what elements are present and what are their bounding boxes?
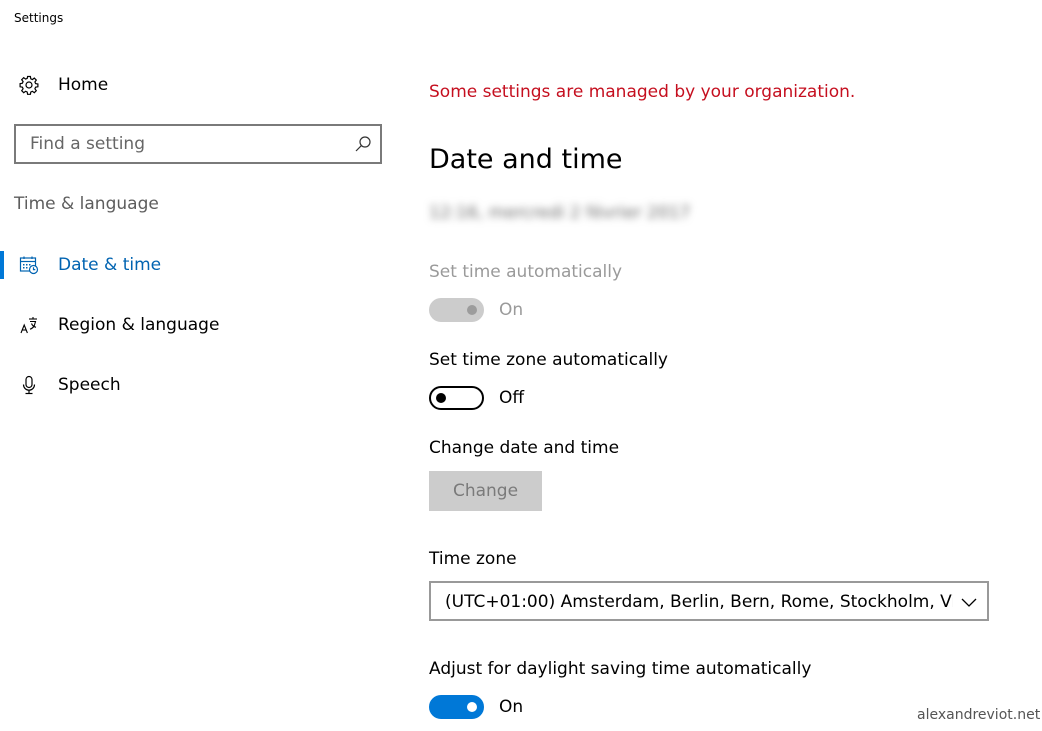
toggle-knob <box>436 393 446 403</box>
sidebar-item-label: Date & time <box>58 255 162 275</box>
current-date-time: 12:16, mercredi 2 février 2017 <box>429 203 691 223</box>
dst-label: Adjust for daylight saving time automati… <box>429 659 812 679</box>
time-zone-label: Time zone <box>429 549 517 569</box>
watermark: alexandreviot.net <box>917 707 1041 723</box>
gear-icon <box>18 74 40 96</box>
sidebar-item-label: Speech <box>58 375 121 395</box>
toggle-knob <box>467 702 477 712</box>
organization-warning: Some settings are managed by your organi… <box>429 82 856 102</box>
set-time-auto-toggle <box>429 298 484 322</box>
microphone-icon <box>18 374 40 396</box>
sidebar-section-title: Time & language <box>14 194 159 214</box>
search-input[interactable] <box>16 126 350 162</box>
change-button[interactable]: Change <box>429 471 542 511</box>
sidebar-item-speech[interactable]: Speech <box>0 365 395 405</box>
sidebar-item-date-time[interactable]: Date & time <box>0 245 395 285</box>
time-zone-value: (UTC+01:00) Amsterdam, Berlin, Bern, Rom… <box>445 592 953 612</box>
time-zone-dropdown[interactable]: (UTC+01:00) Amsterdam, Berlin, Bern, Rom… <box>429 581 989 621</box>
sidebar-home-label: Home <box>58 75 109 95</box>
set-time-auto-state: On <box>499 300 524 320</box>
change-datetime-label: Change date and time <box>429 438 620 458</box>
page-title: Date and time <box>429 144 623 175</box>
sidebar-item-label: Region & language <box>58 315 220 335</box>
sidebar-home[interactable]: Home <box>0 65 395 105</box>
set-timezone-auto-state: Off <box>499 388 525 408</box>
search-icon[interactable] <box>354 135 372 153</box>
toggle-knob <box>467 305 477 315</box>
chevron-down-icon <box>961 594 977 608</box>
set-time-auto-label: Set time automatically <box>429 262 623 282</box>
selection-indicator <box>0 251 4 279</box>
set-timezone-auto-toggle[interactable] <box>429 386 484 410</box>
language-icon <box>18 314 40 336</box>
dst-toggle[interactable] <box>429 695 484 719</box>
search-box <box>14 124 382 164</box>
set-timezone-auto-label: Set time zone automatically <box>429 350 668 370</box>
sidebar-item-region-language[interactable]: Region & language <box>0 305 395 345</box>
dst-state: On <box>499 697 524 717</box>
calendar-clock-icon <box>18 254 40 276</box>
window-title: Settings <box>14 11 64 25</box>
